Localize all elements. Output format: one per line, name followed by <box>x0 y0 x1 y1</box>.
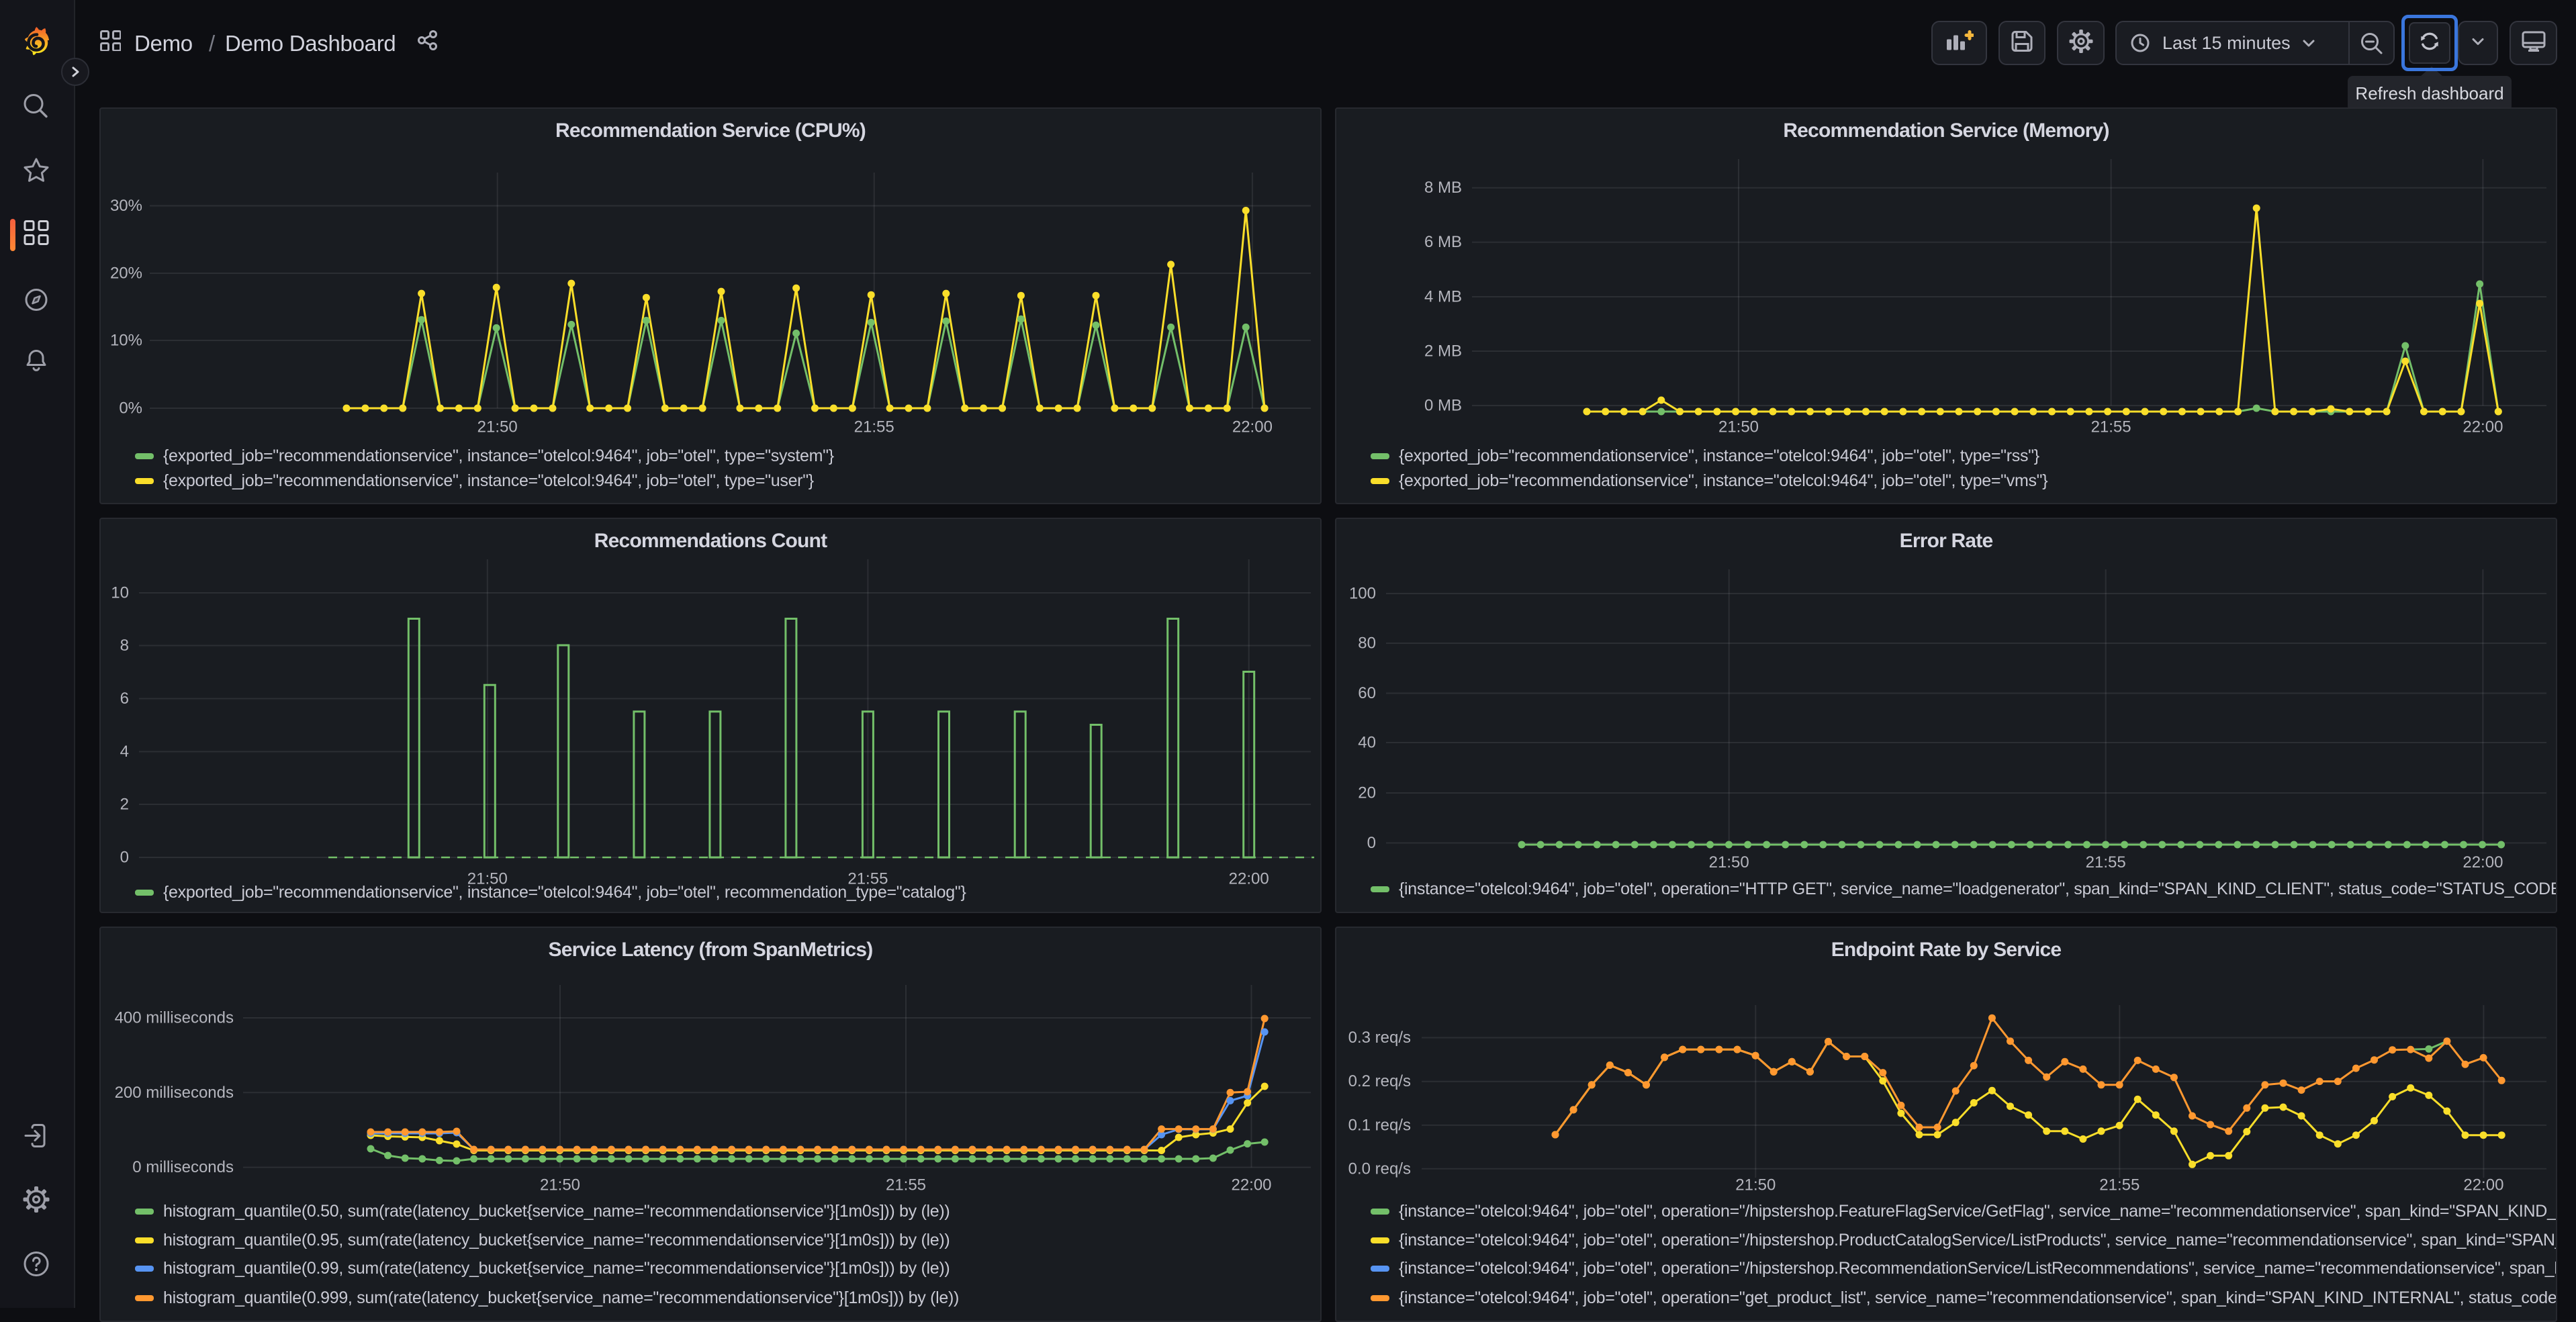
svg-text:8 MB: 8 MB <box>1424 179 1462 197</box>
svg-text:0.0 req/s: 0.0 req/s <box>1348 1160 1411 1178</box>
svg-text:0: 0 <box>120 849 129 867</box>
svg-text:21:55: 21:55 <box>854 418 894 436</box>
svg-text:0.1 req/s: 0.1 req/s <box>1348 1116 1411 1134</box>
svg-text:6 MB: 6 MB <box>1424 233 1462 251</box>
svg-text:100: 100 <box>1349 585 1376 603</box>
svg-text:21:50: 21:50 <box>1709 853 1749 871</box>
svg-text:0: 0 <box>1367 834 1376 852</box>
svg-text:21:55: 21:55 <box>2091 418 2131 436</box>
svg-text:21:50: 21:50 <box>1735 1176 1776 1194</box>
svg-text:0 milliseconds: 0 milliseconds <box>132 1158 234 1176</box>
svg-text:21:55: 21:55 <box>2099 1176 2140 1194</box>
svg-text:200 milliseconds: 200 milliseconds <box>115 1084 234 1102</box>
svg-text:0.3 req/s: 0.3 req/s <box>1348 1029 1411 1047</box>
svg-text:21:50: 21:50 <box>477 418 518 436</box>
svg-text:40: 40 <box>1358 734 1376 752</box>
svg-text:21:50: 21:50 <box>1718 418 1759 436</box>
svg-text:0 MB: 0 MB <box>1424 397 1462 415</box>
svg-text:22:00: 22:00 <box>2463 853 2503 871</box>
svg-text:10: 10 <box>111 584 129 602</box>
svg-text:22:00: 22:00 <box>2463 1176 2503 1194</box>
svg-text:21:55: 21:55 <box>886 1176 926 1194</box>
svg-text:2: 2 <box>120 796 129 814</box>
svg-text:22:00: 22:00 <box>1232 418 1273 436</box>
svg-text:0%: 0% <box>119 399 142 418</box>
svg-text:4: 4 <box>120 743 129 761</box>
svg-text:21:50: 21:50 <box>540 1176 580 1194</box>
svg-text:0.2 req/s: 0.2 req/s <box>1348 1072 1411 1090</box>
svg-text:21:55: 21:55 <box>2086 853 2126 871</box>
svg-text:20: 20 <box>1358 784 1376 802</box>
svg-text:20%: 20% <box>110 265 142 283</box>
svg-text:400 milliseconds: 400 milliseconds <box>115 1009 234 1027</box>
svg-text:30%: 30% <box>110 197 142 215</box>
svg-text:4 MB: 4 MB <box>1424 288 1462 306</box>
svg-text:60: 60 <box>1358 684 1376 702</box>
svg-text:2 MB: 2 MB <box>1424 342 1462 361</box>
svg-text:10%: 10% <box>110 332 142 350</box>
svg-text:6: 6 <box>120 690 129 708</box>
svg-text:22:00: 22:00 <box>2463 418 2503 436</box>
svg-text:80: 80 <box>1358 634 1376 653</box>
svg-text:22:00: 22:00 <box>1231 1176 1271 1194</box>
svg-text:8: 8 <box>120 636 129 655</box>
